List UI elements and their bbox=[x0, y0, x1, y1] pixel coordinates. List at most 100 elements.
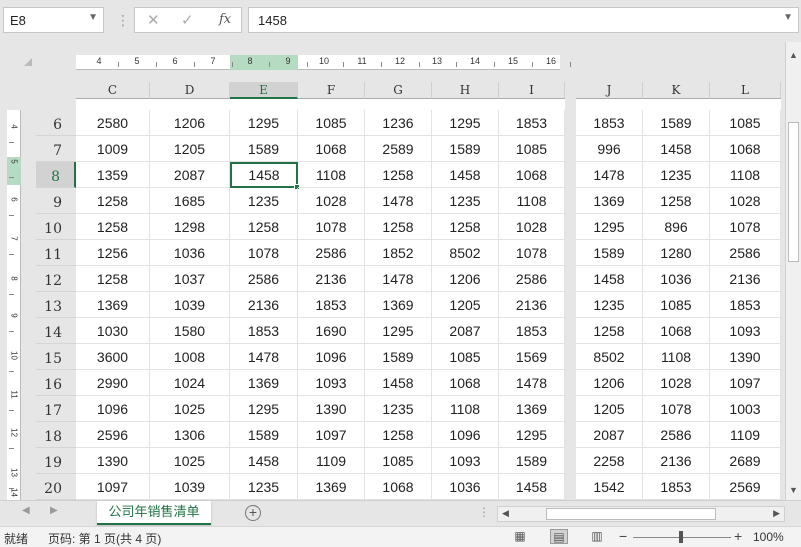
table-cell[interactable]: 1068 bbox=[298, 136, 365, 162]
table-cell[interactable]: 2569 bbox=[710, 474, 781, 500]
table-cell[interactable]: 1295 bbox=[365, 318, 432, 344]
table-cell[interactable]: 1390 bbox=[710, 344, 781, 370]
table-cell[interactable]: 1853 bbox=[499, 110, 565, 136]
table-cell[interactable]: 1458 bbox=[230, 448, 298, 474]
column-header-g[interactable]: G bbox=[365, 82, 432, 99]
table-cell[interactable]: 1036 bbox=[432, 474, 499, 500]
scroll-left-icon[interactable]: ◀ bbox=[502, 508, 509, 519]
table-cell[interactable]: 1085 bbox=[710, 110, 781, 136]
table-cell[interactable]: 2136 bbox=[710, 266, 781, 292]
table-cell[interactable]: 1369 bbox=[298, 474, 365, 500]
row-header-15[interactable]: 15 bbox=[36, 344, 76, 370]
table-cell[interactable]: 1097 bbox=[298, 422, 365, 448]
row-header-19[interactable]: 19 bbox=[36, 448, 76, 474]
table-cell[interactable]: 1478 bbox=[365, 188, 432, 214]
table-cell[interactable]: 1028 bbox=[643, 370, 710, 396]
scroll-down-icon[interactable]: ▼ bbox=[789, 485, 798, 495]
row-header-13[interactable]: 13 bbox=[36, 292, 76, 318]
table-cell[interactable]: 2136 bbox=[499, 292, 565, 318]
table-cell[interactable]: 1295 bbox=[576, 214, 643, 240]
table-cell[interactable]: 1068 bbox=[710, 136, 781, 162]
table-cell[interactable]: 1078 bbox=[298, 214, 365, 240]
table-cell[interactable]: 1078 bbox=[230, 240, 298, 266]
table-cell[interactable]: 1589 bbox=[432, 136, 499, 162]
table-cell[interactable]: 2596 bbox=[76, 422, 150, 448]
table-cell[interactable]: 1085 bbox=[365, 448, 432, 474]
row-header-8[interactable]: 8 bbox=[36, 162, 76, 188]
table-cell[interactable]: 1589 bbox=[576, 240, 643, 266]
table-cell[interactable]: 2087 bbox=[150, 162, 230, 188]
table-cell[interactable]: 1853 bbox=[710, 292, 781, 318]
table-cell[interactable]: 1093 bbox=[298, 370, 365, 396]
table-cell[interactable]: 1258 bbox=[76, 188, 150, 214]
table-cell[interactable]: 1258 bbox=[432, 214, 499, 240]
column-header-f[interactable]: F bbox=[298, 82, 365, 99]
table-cell[interactable]: 1369 bbox=[365, 292, 432, 318]
add-sheet-icon[interactable]: + bbox=[245, 505, 261, 521]
table-cell[interactable]: 1390 bbox=[298, 396, 365, 422]
zoom-level[interactable]: 100% bbox=[753, 530, 784, 544]
table-cell[interactable]: 1258 bbox=[643, 188, 710, 214]
formula-input[interactable]: 1458 ▼ bbox=[248, 7, 799, 33]
table-cell[interactable]: 1298 bbox=[150, 214, 230, 240]
table-cell[interactable]: 1258 bbox=[365, 162, 432, 188]
table-cell[interactable]: 1458 bbox=[643, 136, 710, 162]
table-cell[interactable]: 1258 bbox=[230, 214, 298, 240]
table-cell[interactable]: 2586 bbox=[643, 422, 710, 448]
table-cell[interactable]: 1097 bbox=[710, 370, 781, 396]
page-break-preview-icon[interactable]: ▥ bbox=[588, 529, 606, 544]
table-cell[interactable]: 1542 bbox=[576, 474, 643, 500]
table-cell[interactable]: 1478 bbox=[499, 370, 565, 396]
row-header-18[interactable]: 18 bbox=[36, 422, 76, 448]
table-cell[interactable]: 1295 bbox=[230, 396, 298, 422]
row-header-12[interactable]: 12 bbox=[36, 266, 76, 292]
next-sheet-icon[interactable]: ▶ bbox=[50, 505, 58, 516]
table-cell[interactable]: 2258 bbox=[576, 448, 643, 474]
table-cell[interactable]: 2136 bbox=[230, 292, 298, 318]
table-cell[interactable]: 1078 bbox=[643, 396, 710, 422]
table-cell[interactable]: 1853 bbox=[499, 318, 565, 344]
table-cell[interactable]: 1205 bbox=[432, 292, 499, 318]
table-cell[interactable]: 2136 bbox=[298, 266, 365, 292]
table-cell[interactable]: 2586 bbox=[230, 266, 298, 292]
row-header-7[interactable]: 7 bbox=[36, 136, 76, 162]
row-header-6[interactable]: 6 bbox=[36, 110, 76, 136]
tab-split-handle[interactable]: ⋮ bbox=[478, 505, 490, 519]
table-cell[interactable]: 1690 bbox=[298, 318, 365, 344]
zoom-out-button[interactable]: − bbox=[619, 528, 627, 544]
row-header-9[interactable]: 9 bbox=[36, 188, 76, 214]
table-cell[interactable]: 1258 bbox=[365, 214, 432, 240]
table-cell[interactable]: 1108 bbox=[499, 188, 565, 214]
column-header-h[interactable]: H bbox=[432, 82, 499, 99]
table-cell[interactable]: 1108 bbox=[432, 396, 499, 422]
horizontal-scroll-thumb[interactable] bbox=[546, 508, 716, 520]
table-cell[interactable]: 2990 bbox=[76, 370, 150, 396]
column-header-k[interactable]: K bbox=[643, 82, 710, 99]
column-header-e[interactable]: E bbox=[230, 82, 298, 99]
table-cell[interactable]: 2589 bbox=[365, 136, 432, 162]
table-cell[interactable]: 1369 bbox=[76, 292, 150, 318]
table-cell[interactable]: 8502 bbox=[432, 240, 499, 266]
insert-function-icon[interactable]: fx bbox=[219, 12, 231, 27]
table-cell[interactable]: 1093 bbox=[710, 318, 781, 344]
table-cell[interactable]: 1458 bbox=[365, 370, 432, 396]
table-cell[interactable]: 2689 bbox=[710, 448, 781, 474]
table-cell[interactable]: 1589 bbox=[365, 344, 432, 370]
table-cell[interactable]: 2087 bbox=[576, 422, 643, 448]
table-cell[interactable]: 1068 bbox=[499, 162, 565, 188]
table-cell[interactable]: 1085 bbox=[643, 292, 710, 318]
table-cell[interactable]: 1078 bbox=[710, 214, 781, 240]
table-cell[interactable]: 1390 bbox=[76, 448, 150, 474]
table-cell[interactable]: 1108 bbox=[710, 162, 781, 188]
select-all-corner[interactable] bbox=[24, 58, 32, 66]
table-cell[interactable]: 1003 bbox=[710, 396, 781, 422]
table-cell[interactable]: 1036 bbox=[643, 266, 710, 292]
scroll-up-icon[interactable]: ▲ bbox=[789, 50, 798, 60]
table-cell[interactable]: 1039 bbox=[150, 292, 230, 318]
table-cell[interactable]: 1258 bbox=[365, 422, 432, 448]
table-cell[interactable]: 1039 bbox=[150, 474, 230, 500]
table-cell[interactable]: 1685 bbox=[150, 188, 230, 214]
table-cell[interactable]: 1478 bbox=[365, 266, 432, 292]
table-cell[interactable]: 2580 bbox=[76, 110, 150, 136]
table-cell[interactable]: 1085 bbox=[499, 136, 565, 162]
